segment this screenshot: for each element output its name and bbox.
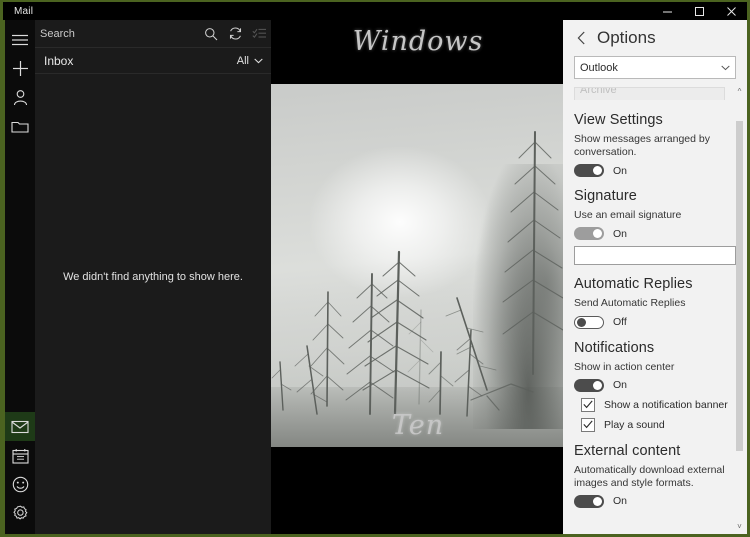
view-settings-description: Show messages arranged by conversation.: [574, 133, 710, 159]
folder-name: Inbox: [44, 53, 74, 68]
automatic-replies-description: Send Automatic Replies: [574, 297, 686, 310]
action-center-toggle[interactable]: [574, 378, 604, 392]
options-flyout: Options Outlook Archive ˅ View Settings …: [563, 20, 747, 534]
new-mail-plus-icon[interactable]: [5, 54, 35, 83]
signature-toggle[interactable]: [574, 227, 604, 241]
options-content: Archive ˅ View Settings Show messages ar…: [563, 87, 747, 508]
section-title-external-content: External content: [574, 442, 681, 459]
options-header: Options: [563, 20, 747, 56]
signature-toggle-row: On: [574, 227, 736, 241]
signature-description: Use an email signature: [574, 209, 682, 222]
minimize-button[interactable]: [651, 2, 683, 20]
rail-bottom-group: [5, 412, 35, 534]
automatic-replies-toggle[interactable]: [574, 315, 604, 329]
sidebar-item-settings[interactable]: [5, 499, 35, 528]
page-title: Options: [597, 28, 656, 47]
back-arrow-icon[interactable]: [571, 25, 591, 51]
conversation-toggle-row: On: [574, 164, 736, 178]
scrollbar-track[interactable]: [736, 99, 743, 522]
chevron-down-icon: ˅: [580, 87, 586, 93]
chevron-down-icon: [721, 62, 730, 74]
account-select-wrap: Outlook: [563, 56, 747, 79]
background-photo: [271, 84, 565, 447]
play-sound-label: Play a sound: [604, 418, 665, 431]
options-scroll-region: Archive ˅ View Settings Show messages ar…: [563, 87, 747, 534]
notification-banner-row[interactable]: Show a notification banner: [581, 397, 736, 412]
filter-label: All: [236, 54, 249, 67]
options-scrollbar[interactable]: ^ ˅: [734, 87, 745, 534]
conversation-toggle[interactable]: [574, 164, 604, 178]
section-title-signature: Signature: [574, 188, 637, 205]
sidebar-item-mail[interactable]: [5, 412, 35, 441]
rail-top-group: [5, 20, 35, 141]
accounts-person-icon[interactable]: [5, 83, 35, 112]
notification-banner-label: Show a notification banner: [604, 398, 728, 411]
scrollbar-thumb[interactable]: [736, 121, 743, 451]
external-content-toggle-state: On: [613, 495, 628, 508]
automatic-replies-toggle-state: Off: [613, 316, 627, 328]
check-icon: [583, 420, 593, 429]
account-select-value: Outlook: [580, 61, 618, 74]
search-icon[interactable]: [199, 21, 223, 47]
external-content-toggle[interactable]: [574, 494, 604, 508]
play-sound-checkbox[interactable]: [581, 417, 595, 432]
external-content-description: Automatically download external images a…: [574, 463, 725, 489]
navigation-rail: [3, 20, 35, 534]
signature-toggle-state: On: [613, 227, 628, 240]
message-list-column: Inbox All We didn't find anything to sho…: [35, 20, 271, 534]
title-bar: Mail: [3, 2, 747, 20]
brand-wordmark-top: Windows: [352, 26, 484, 57]
brand-wordmark-bottom: Ten: [391, 410, 445, 441]
app-title: Mail: [14, 5, 34, 17]
account-select[interactable]: Outlook: [574, 56, 736, 79]
empty-list-message: We didn't find anything to show here.: [63, 271, 243, 283]
section-title-view-settings: View Settings: [574, 112, 663, 128]
external-content-toggle-row: On: [574, 494, 736, 508]
notifications-description: Show in action center: [574, 360, 675, 373]
automatic-replies-toggle-row: Off: [574, 315, 736, 329]
scroll-up-icon[interactable]: ^: [738, 87, 742, 99]
notification-banner-checkbox[interactable]: [581, 397, 595, 412]
archive-select-clipped[interactable]: Archive ˅: [574, 87, 725, 100]
photo-trees: [271, 131, 564, 417]
section-title-automatic-replies: Automatic Replies: [574, 276, 693, 293]
folder-header: Inbox All: [35, 48, 271, 74]
window-inner: Mail Search Inbox All We didn't find any…: [3, 2, 747, 534]
filter-dropdown[interactable]: All: [237, 55, 263, 67]
maximize-button[interactable]: [683, 2, 715, 20]
folders-icon[interactable]: [5, 112, 35, 141]
action-center-toggle-row: On: [574, 378, 736, 392]
window-controls: [651, 2, 747, 20]
app-window: Mail Search Inbox All We didn't find any…: [0, 0, 750, 537]
section-title-notifications: Notifications: [574, 339, 655, 356]
action-center-toggle-state: On: [613, 379, 628, 392]
scroll-down-icon[interactable]: ˅: [737, 522, 742, 534]
sidebar-item-feedback[interactable]: [5, 470, 35, 499]
close-button[interactable]: [715, 2, 747, 20]
play-sound-row[interactable]: Play a sound: [581, 417, 736, 432]
check-icon: [583, 400, 593, 409]
selection-mode-icon[interactable]: [247, 21, 271, 47]
signature-text-field[interactable]: [574, 246, 736, 266]
search-input[interactable]: [40, 20, 199, 47]
hamburger-menu-icon[interactable]: [5, 25, 35, 54]
conversation-toggle-state: On: [613, 164, 628, 177]
search-bar: [35, 20, 271, 48]
sidebar-item-calendar[interactable]: [5, 441, 35, 470]
sync-icon[interactable]: [223, 21, 247, 47]
chevron-down-icon: [254, 55, 263, 67]
